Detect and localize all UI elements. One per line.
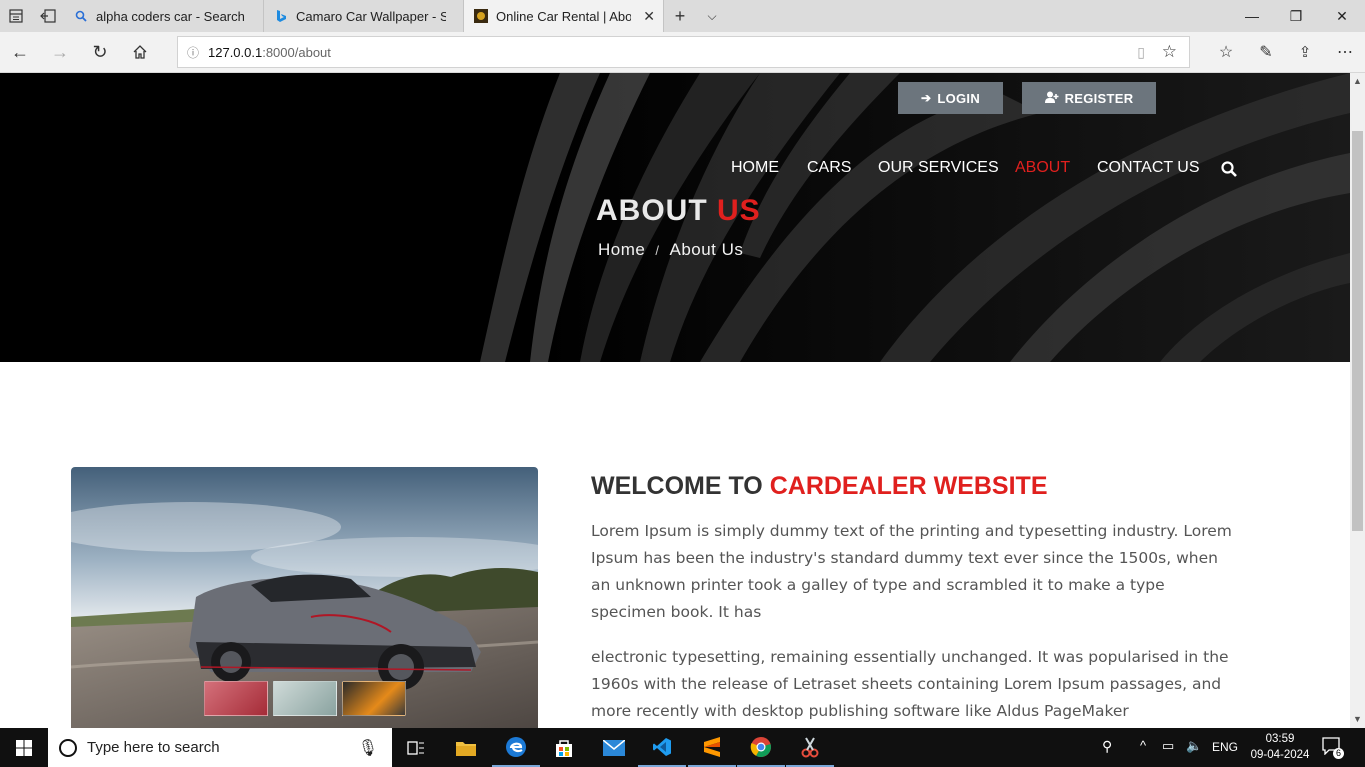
system-clock[interactable]: 03:59 09-04-2024 [1250,731,1310,763]
scroll-down-icon[interactable]: ▼ [1353,714,1362,724]
page-scrollbar[interactable]: ▲ ▼ [1350,73,1365,728]
windows-start-icon[interactable] [0,728,48,767]
tab-title: alpha coders car - Search [96,8,245,24]
taskbar-search-box[interactable]: Type here to search 🎙 [48,728,392,767]
welcome-heading-main: WELCOME TO [591,472,763,500]
user-plus-icon [1044,91,1059,106]
clock-date: 09-04-2024 [1250,749,1310,761]
breadcrumb: Home / About Us [598,240,743,260]
login-button[interactable]: ➔ LOGIN [898,82,1003,114]
register-button[interactable]: REGISTER [1022,82,1156,114]
nav-cars[interactable]: CARS [807,159,851,177]
notification-count: 6 [1333,748,1344,759]
tray-chevron-icon[interactable]: ^ [1140,738,1146,753]
windows-taskbar: Type here to search 🎙 ⚲ ^ ▭ 🔈 ENG 03:59 … [0,728,1365,767]
nav-our-services[interactable]: OUR SERVICES [878,159,999,177]
slider-thumbnail-1[interactable] [204,681,268,716]
reading-view-icon[interactable]: ▯ [1137,44,1145,61]
site-favicon [474,9,488,23]
store-icon[interactable] [540,728,588,767]
microphone-icon[interactable]: 🎙 [358,738,378,758]
edge-icon[interactable] [492,728,540,767]
breadcrumb-home[interactable]: Home [598,240,645,259]
browser-tab-strip: alpha coders car - Search Camaro Car Wal… [0,0,1365,32]
people-icon[interactable]: ⚲ [1102,738,1112,755]
forward-arrow-icon[interactable]: → [48,40,72,64]
main-nav: HOME CARS OUR SERVICES ABOUT CONTACT US [0,159,1350,183]
browser-toolbar: ← → ↻ ⓘ 127.0.0.1:8000/about ▯ ☆ ☆ ✎ ⇪ ⋯ [0,32,1365,73]
share-icon[interactable]: ⇪ [1293,40,1317,64]
nav-contact-us[interactable]: CONTACT US [1097,159,1200,177]
minimize-icon[interactable]: — [1229,0,1275,32]
car-slider-image[interactable] [71,467,538,728]
hero-banner: ➔ LOGIN REGISTER HOME CARS OUR SERVICES A… [0,73,1350,362]
login-label: LOGIN [937,90,981,106]
register-label: REGISTER [1064,90,1134,106]
favorites-icon[interactable]: ☆ [1214,40,1238,64]
welcome-paragraph-1: Lorem Ipsum is simply dummy text of the … [591,522,1232,621]
tab-search[interactable]: alpha coders car - Search [64,0,264,32]
search-icon [74,9,88,23]
snipping-tool-icon[interactable] [786,728,834,767]
tab-title: Camaro Car Wallpaper - Sea [296,8,446,24]
welcome-paragraph-2: electronic typesetting, remaining essent… [591,648,1229,720]
home-icon[interactable] [128,40,152,64]
breadcrumb-current: About Us [669,240,744,259]
sign-in-icon: ➔ [920,91,932,105]
url-host: 127.0.0.1 [208,44,263,60]
more-icon[interactable]: ⋯ [1333,40,1357,64]
taskbar-search-placeholder: Type here to search [87,739,220,756]
cortana-icon [59,738,77,757]
back-arrow-icon[interactable]: ← [8,40,32,64]
mail-icon[interactable] [590,728,638,767]
welcome-heading-accent: CARDEALER WEBSITE [769,472,1048,500]
pen-icon[interactable]: ✎ [1254,40,1278,64]
scrollbar-thumb[interactable] [1352,131,1363,531]
url-path: :8000/about [262,44,331,60]
favorite-star-icon[interactable]: ☆ [1162,42,1177,62]
new-tab-button[interactable]: + [664,6,696,27]
refresh-icon[interactable]: ↻ [88,40,112,64]
slider-thumbnail-2[interactable] [273,681,337,716]
page-viewport: ➔ LOGIN REGISTER HOME CARS OUR SERVICES A… [0,73,1350,728]
page-title: ABOUT US [596,194,761,228]
tab-title: Online Car Rental | Abou [496,8,631,24]
tab-manager-icon[interactable] [0,0,32,32]
clock-time: 03:59 [1265,733,1295,745]
task-view-icon[interactable] [392,728,440,767]
close-window-icon[interactable]: ✕ [1319,0,1365,32]
address-bar[interactable]: ⓘ 127.0.0.1:8000/about ▯ ☆ [177,36,1190,68]
tab-camaro[interactable]: Camaro Car Wallpaper - Sea [264,0,464,32]
close-tab-icon[interactable]: ✕ [643,8,655,25]
welcome-heading: WELCOME TO CARDEALER WEBSITE [591,472,1048,501]
tab-list-chevron-icon[interactable]: ⌵ [696,9,728,24]
vscode-icon[interactable] [638,728,686,767]
sublime-icon[interactable] [688,728,736,767]
nav-about[interactable]: ABOUT [1015,159,1070,177]
scroll-up-icon[interactable]: ▲ [1353,76,1362,86]
battery-icon[interactable]: ▭ [1162,738,1174,754]
restore-icon[interactable]: ❐ [1273,0,1319,32]
tab-car-rental[interactable]: Online Car Rental | Abou ✕ [464,0,664,32]
search-icon[interactable] [1221,161,1239,179]
set-tabs-aside-icon[interactable] [32,0,64,32]
chrome-icon[interactable] [737,728,785,767]
page-title-main: ABOUT [596,194,708,227]
bing-icon [274,9,288,23]
volume-icon[interactable]: 🔈 [1186,738,1202,754]
page-title-accent: US [717,194,761,227]
nav-home[interactable]: HOME [731,159,779,177]
site-info-icon[interactable]: ⓘ [178,44,208,61]
breadcrumb-separator: / [655,243,660,258]
file-explorer-icon[interactable] [442,728,490,767]
slider-thumbnail-3[interactable] [342,681,406,716]
language-indicator[interactable]: ENG [1212,740,1238,754]
action-center-icon[interactable]: 6 [1322,737,1344,759]
